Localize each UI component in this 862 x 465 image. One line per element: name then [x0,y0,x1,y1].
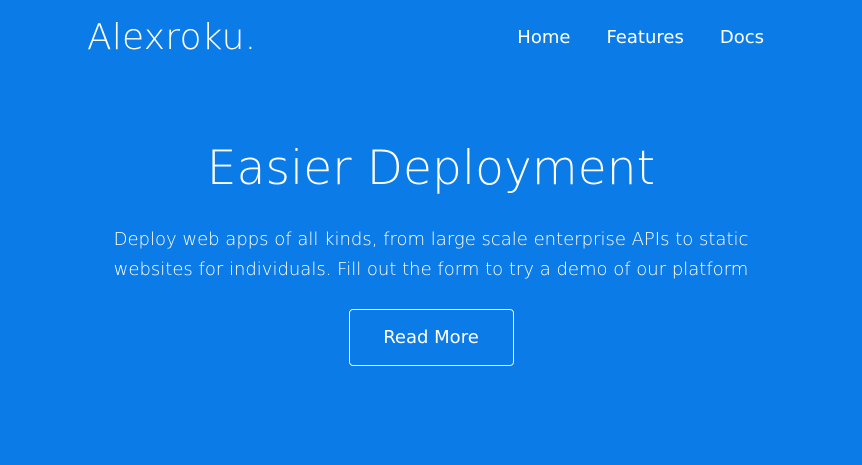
top-navbar: Alexroku. Home Features Docs [0,0,862,78]
read-more-button[interactable]: Read More [348,309,514,366]
hero-title: Easier Deployment [206,141,656,196]
nav-home-link[interactable]: Home [517,26,570,50]
hero-description: Deploy web apps of all kinds, from large… [113,229,749,280]
hero-section: Easier Deployment Deploy web apps of all… [0,140,862,366]
nav-features-link[interactable]: Features [606,26,683,50]
primary-navigation: Home Features Docs [517,26,764,50]
brand-logo[interactable]: Alexroku. [87,15,256,61]
nav-docs-link[interactable]: Docs [720,26,764,50]
